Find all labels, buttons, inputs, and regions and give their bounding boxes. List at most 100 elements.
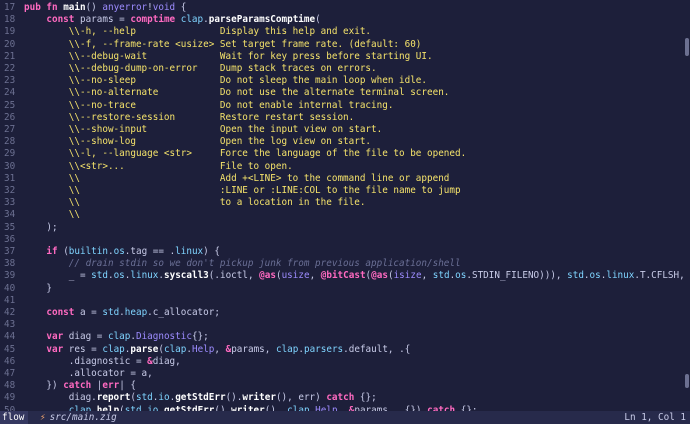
- code-line[interactable]: 19 \\-h, --help Display this help and ex…: [0, 26, 690, 38]
- current-file[interactable]: ⚡ src/main.zig: [40, 411, 117, 424]
- line-number: 31: [4, 172, 16, 184]
- code-token: .T.CFLSH,: [634, 270, 690, 282]
- mode-indicator[interactable]: flow: [0, 411, 29, 424]
- line-number: 48: [4, 380, 16, 392]
- code-line[interactable]: 43: [0, 319, 690, 331]
- editor-scrollbar[interactable]: [685, 2, 689, 402]
- line-number: 17: [4, 2, 16, 13]
- line-number: 29: [4, 148, 16, 160]
- code-line[interactable]: 32 \\ :LINE or :LINE:COL to the file nam…: [0, 185, 690, 197]
- code-token: report: [96, 392, 131, 404]
- code-line[interactable]: 42 const a = std.heap.c_allocator;: [0, 307, 690, 319]
- code-token: \\-f, --frame-rate <usize> Set target fr…: [68, 38, 422, 50]
- code-line[interactable]: 39 _ = std.os.linux.syscall3(.ioctl, @as…: [0, 270, 690, 282]
- line-number: 34: [4, 209, 16, 221]
- code-token: getStdErr: [175, 392, 226, 404]
- code-line[interactable]: 46 .diagnostic = &diag,: [0, 356, 690, 368]
- line-content: \\--show-log Open the log view on start.: [24, 136, 371, 148]
- code-token: parsers: [303, 343, 344, 355]
- code-editor[interactable]: 17 pub fn main() anyerror!void {18 const …: [0, 0, 690, 411]
- code-token: .default, .{: [343, 343, 411, 355]
- code-token: catch: [326, 392, 360, 404]
- code-line[interactable]: 27 \\--show-input Open the input view on…: [0, 124, 690, 136]
- code-token: linux: [130, 270, 159, 282]
- code-token: std: [135, 392, 153, 404]
- code-line[interactable]: 35 );: [0, 222, 690, 234]
- line-number: 47: [4, 368, 16, 379]
- code-token: syscall3: [164, 270, 209, 282]
- line-content: diag.report(std.io.getStdErr().writer(),…: [24, 392, 377, 404]
- line-content: \\<str>... File to open.: [24, 161, 293, 173]
- line-number: 20: [4, 38, 16, 50]
- code-token: clap: [102, 343, 125, 355]
- code-line[interactable]: 24 \\--no-alternate Do not use the alter…: [0, 87, 690, 99]
- code-line[interactable]: 26 \\--restore-session Restore restart s…: [0, 112, 690, 124]
- code-token: std: [567, 270, 584, 282]
- code-line[interactable]: 20 \\-f, --frame-rate <usize> Set target…: [0, 39, 690, 51]
- code-line[interactable]: 29 \\-l, --language <str> Force the lang…: [0, 148, 690, 160]
- code-token: }: [24, 282, 52, 294]
- code-line[interactable]: 45 var res = clap.parse(clap.Help, &para…: [0, 344, 690, 356]
- code-token: std: [102, 307, 120, 318]
- code-line[interactable]: 17 pub fn main() anyerror!void {: [0, 2, 690, 14]
- line-content: const params = comptime clap.parseParams…: [24, 14, 321, 26]
- code-token: \\--no-sleep Do not sleep the main loop …: [68, 75, 428, 87]
- code-token: res =: [68, 343, 103, 355]
- code-line[interactable]: 31 \\ Add +<LINE> to the command line or…: [0, 173, 690, 185]
- code-line[interactable]: 49 diag.report(std.io.getStdErr().writer…: [0, 392, 690, 404]
- code-line[interactable]: 23 \\--no-sleep Do not sleep the main lo…: [0, 75, 690, 87]
- code-token: comptime: [130, 14, 181, 26]
- line-number: 26: [4, 111, 16, 123]
- code-token: .allocator = a,: [24, 368, 153, 379]
- code-line[interactable]: 37 if (builtin.os.tag == .linux) {: [0, 246, 690, 258]
- code-token: // drain stdin so we don't pickup junk f…: [68, 258, 461, 270]
- code-token: (: [315, 14, 321, 26]
- line-number: 32: [4, 185, 16, 196]
- code-line[interactable]: 30 \\<str>... File to open.: [0, 161, 690, 173]
- code-token: diag,: [152, 355, 181, 367]
- code-token: usize: [281, 270, 310, 282]
- code-token: diag.: [24, 392, 97, 404]
- code-line[interactable]: 22 \\--debug-dump-on-error Dump stack tr…: [0, 63, 690, 75]
- code-line[interactable]: 48 }) catch |err| {: [0, 380, 690, 392]
- code-line[interactable]: 25 \\--no-trace Do not enable internal t…: [0, 100, 690, 112]
- line-content: if (builtin.os.tag == .linux) {: [24, 246, 220, 258]
- line-content: \\ :LINE or :LINE:COL to the file name t…: [24, 185, 461, 197]
- line-content: \\--restore-session Restore restart sess…: [24, 112, 354, 124]
- code-token: \\--no-alternate Do not use the alternat…: [68, 87, 450, 99]
- code-token: );: [24, 221, 58, 233]
- code-line[interactable]: 36: [0, 234, 690, 246]
- line-content: );: [24, 221, 58, 234]
- line-number: 23: [4, 75, 16, 87]
- code-token: \\<str>... File to open.: [68, 160, 293, 172]
- line-number: 38: [4, 258, 16, 270]
- cursor-position[interactable]: Ln 1, Col 1: [624, 411, 686, 424]
- code-token: @as: [259, 270, 276, 282]
- code-line[interactable]: 34 \\: [0, 209, 690, 221]
- code-line[interactable]: 38 // drain stdin so we don't pickup jun…: [0, 258, 690, 270]
- code-token: ) {: [203, 246, 220, 257]
- code-token: \\--show-input Open the input view on st…: [68, 124, 383, 135]
- code-line[interactable]: 44 var diag = clap.Diagnostic{};: [0, 331, 690, 343]
- code-line[interactable]: 28 \\--show-log Open the log view on sta…: [0, 136, 690, 148]
- code-line[interactable]: 21 \\--debug-wait Wait for key press bef…: [0, 51, 690, 63]
- code-line[interactable]: 47 .allocator = a,: [0, 368, 690, 380]
- line-content: \\ Add +<LINE> to the command line or ap…: [24, 173, 450, 185]
- code-token: os: [113, 246, 125, 257]
- code-line[interactable]: 33 \\ to a location in the file.: [0, 197, 690, 209]
- line-number: 27: [4, 124, 16, 135]
- code-token: {};: [191, 331, 209, 343]
- code-line[interactable]: 41: [0, 295, 690, 307]
- line-content: \\-h, --help Display this help and exit.: [24, 26, 371, 38]
- code-token: {};: [359, 392, 377, 404]
- code-line[interactable]: 18 const params = comptime clap.parsePar…: [0, 14, 690, 26]
- scrollbar-thumb[interactable]: [685, 38, 689, 56]
- code-line[interactable]: 40 }: [0, 283, 690, 295]
- code-token: isize: [393, 270, 422, 282]
- line-content: \\-l, --language <str> Force the languag…: [24, 148, 466, 160]
